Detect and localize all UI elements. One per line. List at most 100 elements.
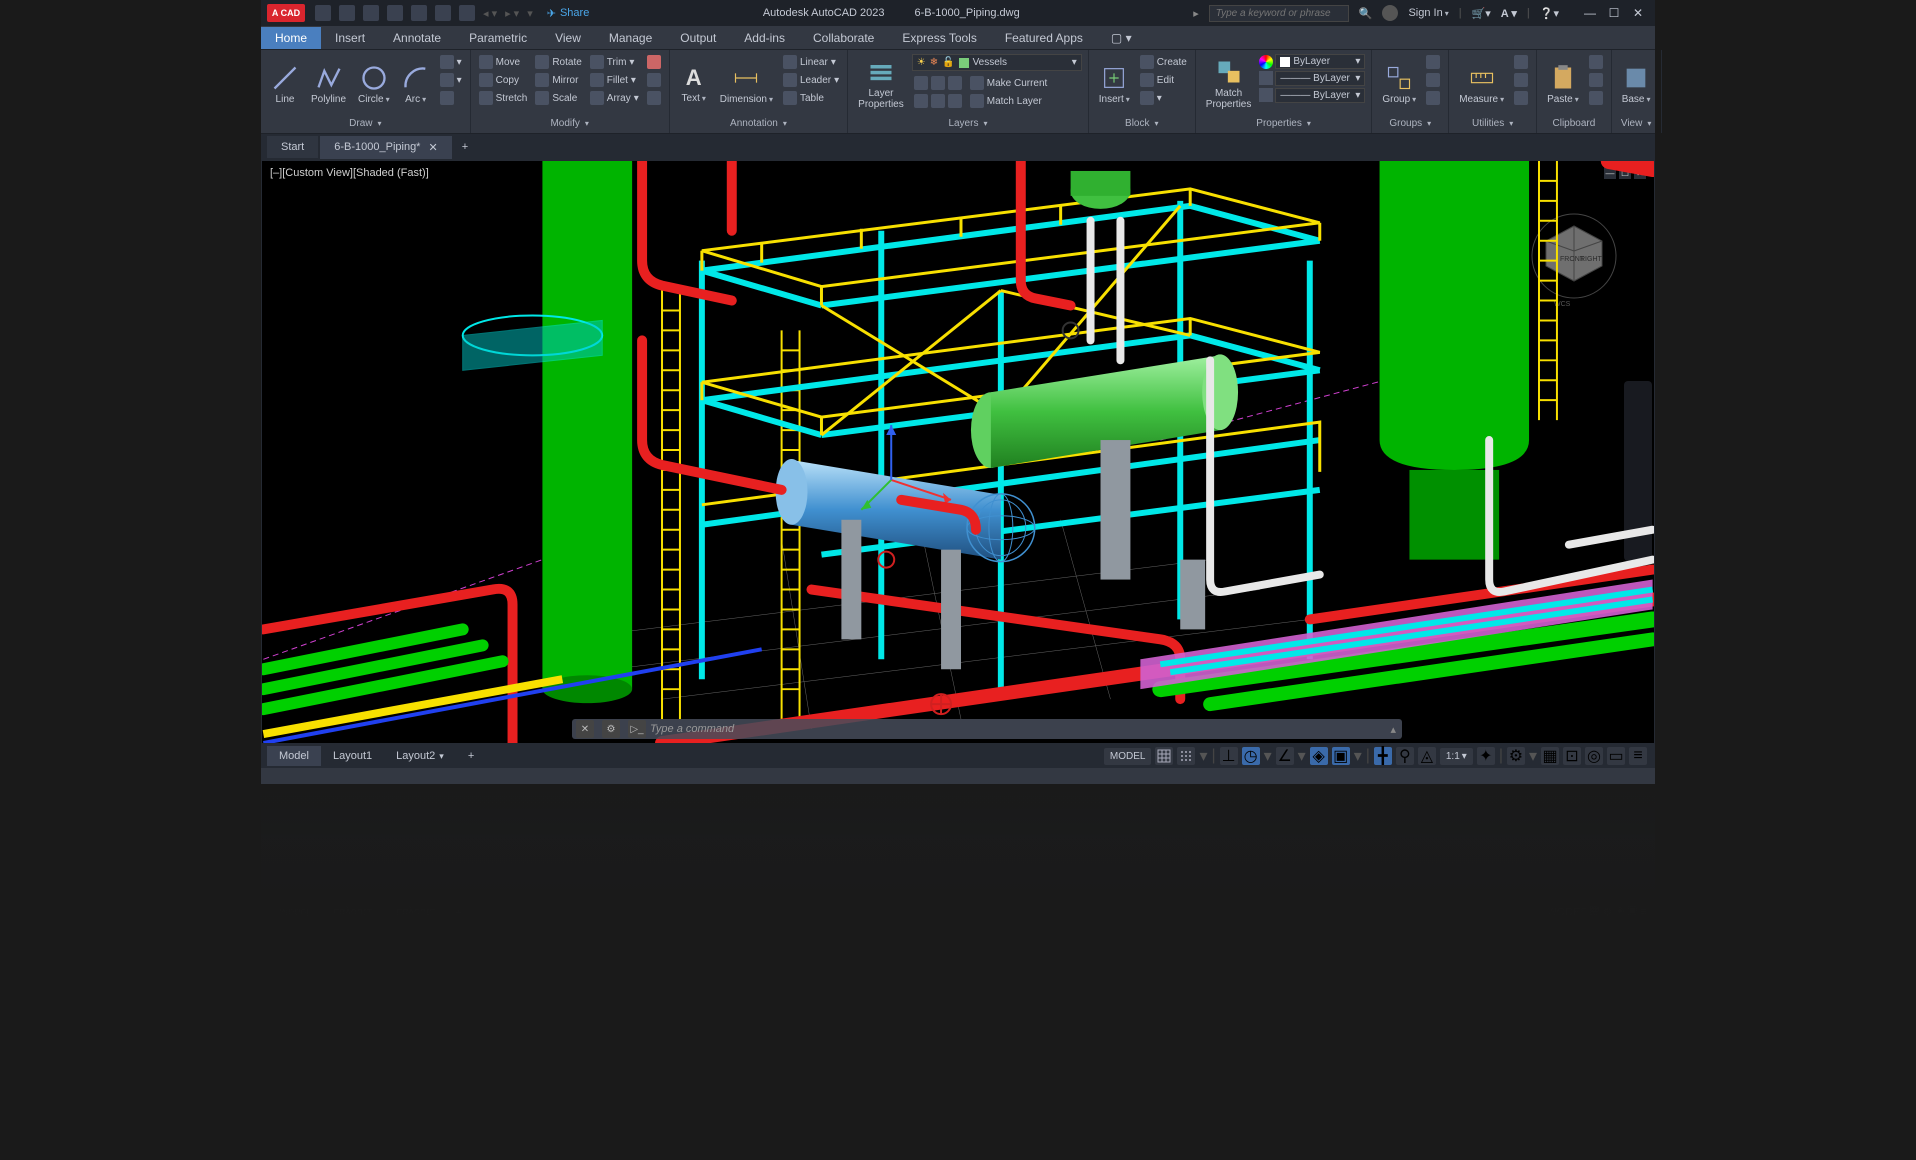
copy-clip-icon[interactable] xyxy=(1587,72,1605,88)
layout-tab-2[interactable]: Layout2 ▾ xyxy=(384,746,456,766)
redo-icon[interactable] xyxy=(459,5,475,21)
lineweight-select[interactable]: ——— ByLayer▾ xyxy=(1275,71,1365,86)
panel-utilities-title[interactable]: Utilities xyxy=(1455,116,1530,131)
fillet-button[interactable]: Fillet ▾ xyxy=(588,72,641,88)
search-input[interactable] xyxy=(1209,5,1349,22)
close-tab-icon[interactable]: ✕ xyxy=(428,141,437,154)
match-props-button[interactable]: Match Properties xyxy=(1202,52,1256,116)
minimize-button[interactable]: — xyxy=(1579,4,1601,22)
mirror-button[interactable]: Mirror xyxy=(533,72,583,88)
cmd-config-icon[interactable]: ⚙ xyxy=(602,720,620,738)
panel-block-title[interactable]: Block xyxy=(1095,116,1189,131)
tab-home[interactable]: Home xyxy=(261,27,321,49)
layout-tab-model[interactable]: Model xyxy=(267,746,321,766)
linear-button[interactable]: Linear ▾ xyxy=(781,54,841,70)
search-icon[interactable]: 🔍 xyxy=(1359,7,1373,20)
edit-attr-button[interactable]: ▾ xyxy=(1138,90,1189,106)
insert-button[interactable]: Insert xyxy=(1095,52,1134,116)
sign-in-button[interactable]: Sign In xyxy=(1408,7,1448,19)
layer-tool2[interactable] xyxy=(912,93,964,109)
move-button[interactable]: Move xyxy=(477,54,530,70)
layer-tool1[interactable] xyxy=(912,75,964,91)
polyline-button[interactable]: Polyline xyxy=(307,52,350,116)
transparency-icon[interactable]: ◬ xyxy=(1418,747,1436,765)
color-select[interactable]: ByLayer▾ xyxy=(1275,54,1365,69)
panel-modify-title[interactable]: Modify xyxy=(477,116,663,131)
tab-output[interactable]: Output xyxy=(666,27,730,49)
hardware-icon[interactable]: ⊡ xyxy=(1563,747,1581,765)
close-button[interactable]: ✕ xyxy=(1627,4,1649,22)
create-block-button[interactable]: Create xyxy=(1138,54,1189,70)
circle-button[interactable]: Circle xyxy=(354,52,394,116)
edit-block-button[interactable]: Edit xyxy=(1138,72,1189,88)
clip-tool3[interactable] xyxy=(1587,90,1605,106)
panel-annotation-title[interactable]: Annotation xyxy=(676,116,841,131)
layer-dropdown[interactable]: ☀❄🔓 Vessels ▾ xyxy=(912,54,1082,71)
cmd-expand-icon[interactable]: ▴ xyxy=(1390,723,1396,736)
util-tool2[interactable] xyxy=(1512,72,1530,88)
tab-express[interactable]: Express Tools xyxy=(888,27,990,49)
tab-more-icon[interactable]: ▢ ▾ xyxy=(1097,27,1146,49)
erase-icon[interactable] xyxy=(645,54,663,70)
rotate-button[interactable]: Rotate xyxy=(533,54,583,70)
group-button[interactable]: Group xyxy=(1378,52,1420,116)
command-input[interactable]: Type a command xyxy=(650,723,734,735)
anno-scale[interactable]: 1:1 ▾ xyxy=(1440,748,1473,765)
panel-properties-title[interactable]: Properties xyxy=(1202,116,1366,131)
trim-button[interactable]: Trim ▾ xyxy=(588,54,641,70)
plot-icon[interactable] xyxy=(411,5,427,21)
linetype-select[interactable]: ——— ByLayer▾ xyxy=(1275,88,1365,103)
help-icon[interactable]: ❔▾ xyxy=(1540,7,1559,20)
layout-tab-1[interactable]: Layout1 xyxy=(321,746,384,766)
copy-button[interactable]: Copy xyxy=(477,72,530,88)
file-tab-active[interactable]: 6-B-1000_Piping* ✕ xyxy=(320,136,451,159)
line-button[interactable]: Line xyxy=(267,52,303,116)
draw-more1[interactable]: ▾ xyxy=(438,54,464,70)
dimension-button[interactable]: Dimension xyxy=(716,52,777,116)
isodraft-icon[interactable]: ∠ xyxy=(1276,747,1294,765)
text-button[interactable]: AText xyxy=(676,52,712,116)
paste-button[interactable]: Paste xyxy=(1543,52,1583,116)
tab-collaborate[interactable]: Collaborate xyxy=(799,27,888,49)
offset-icon[interactable] xyxy=(645,90,663,106)
undo-icon[interactable] xyxy=(435,5,451,21)
workspace-icon[interactable]: ⚙ xyxy=(1507,747,1525,765)
tab-parametric[interactable]: Parametric xyxy=(455,27,541,49)
drawing-viewport[interactable]: [–][Custom View][Shaded (Fast)] — ☐ ✕ FR… xyxy=(261,160,1655,744)
new-tab-button[interactable]: + xyxy=(454,136,476,158)
panel-layers-title[interactable]: Layers xyxy=(854,116,1082,131)
ortho-icon[interactable]: ⊥ xyxy=(1220,747,1238,765)
draw-more3[interactable] xyxy=(438,90,464,106)
save-icon[interactable] xyxy=(363,5,379,21)
tab-addins[interactable]: Add-ins xyxy=(730,27,799,49)
share-button[interactable]: ✈ Share xyxy=(547,7,590,20)
cut-icon[interactable] xyxy=(1587,54,1605,70)
customize-icon[interactable]: ≡ xyxy=(1629,747,1647,765)
leader-button[interactable]: Leader ▾ xyxy=(781,72,841,88)
anno-monitor-icon[interactable]: ▦ xyxy=(1541,747,1559,765)
new-icon[interactable] xyxy=(315,5,331,21)
tab-annotate[interactable]: Annotate xyxy=(379,27,455,49)
isolate-icon[interactable]: ◎ xyxy=(1585,747,1603,765)
draw-more2[interactable]: ▾ xyxy=(438,72,464,88)
util-tool1[interactable] xyxy=(1512,54,1530,70)
group-tool1[interactable] xyxy=(1424,54,1442,70)
explode-icon[interactable] xyxy=(645,72,663,88)
panel-groups-title[interactable]: Groups xyxy=(1378,116,1442,131)
match-layer-button[interactable]: Match Layer xyxy=(968,93,1050,109)
clean-screen-icon[interactable]: ▭ xyxy=(1607,747,1625,765)
tab-manage[interactable]: Manage xyxy=(595,27,666,49)
scale-button[interactable]: Scale xyxy=(533,90,583,106)
autodesk-icon[interactable]: 🛒▾ xyxy=(1472,7,1491,20)
command-line[interactable]: ✕ ⚙ ▷_ Type a command ▴ xyxy=(572,719,1402,739)
table-button[interactable]: Table xyxy=(781,90,841,106)
tab-view[interactable]: View xyxy=(541,27,595,49)
anno-icon[interactable]: ✦ xyxy=(1477,747,1495,765)
maximize-button[interactable]: ☐ xyxy=(1603,4,1625,22)
group-tool2[interactable] xyxy=(1424,72,1442,88)
3dosnap-icon[interactable]: ▣ xyxy=(1332,747,1350,765)
file-tab-start[interactable]: Start xyxy=(267,136,318,158)
grid-icon[interactable] xyxy=(1155,747,1173,765)
dyn-input-icon[interactable]: ╋ xyxy=(1374,747,1392,765)
osnap-icon[interactable]: ◈ xyxy=(1310,747,1328,765)
